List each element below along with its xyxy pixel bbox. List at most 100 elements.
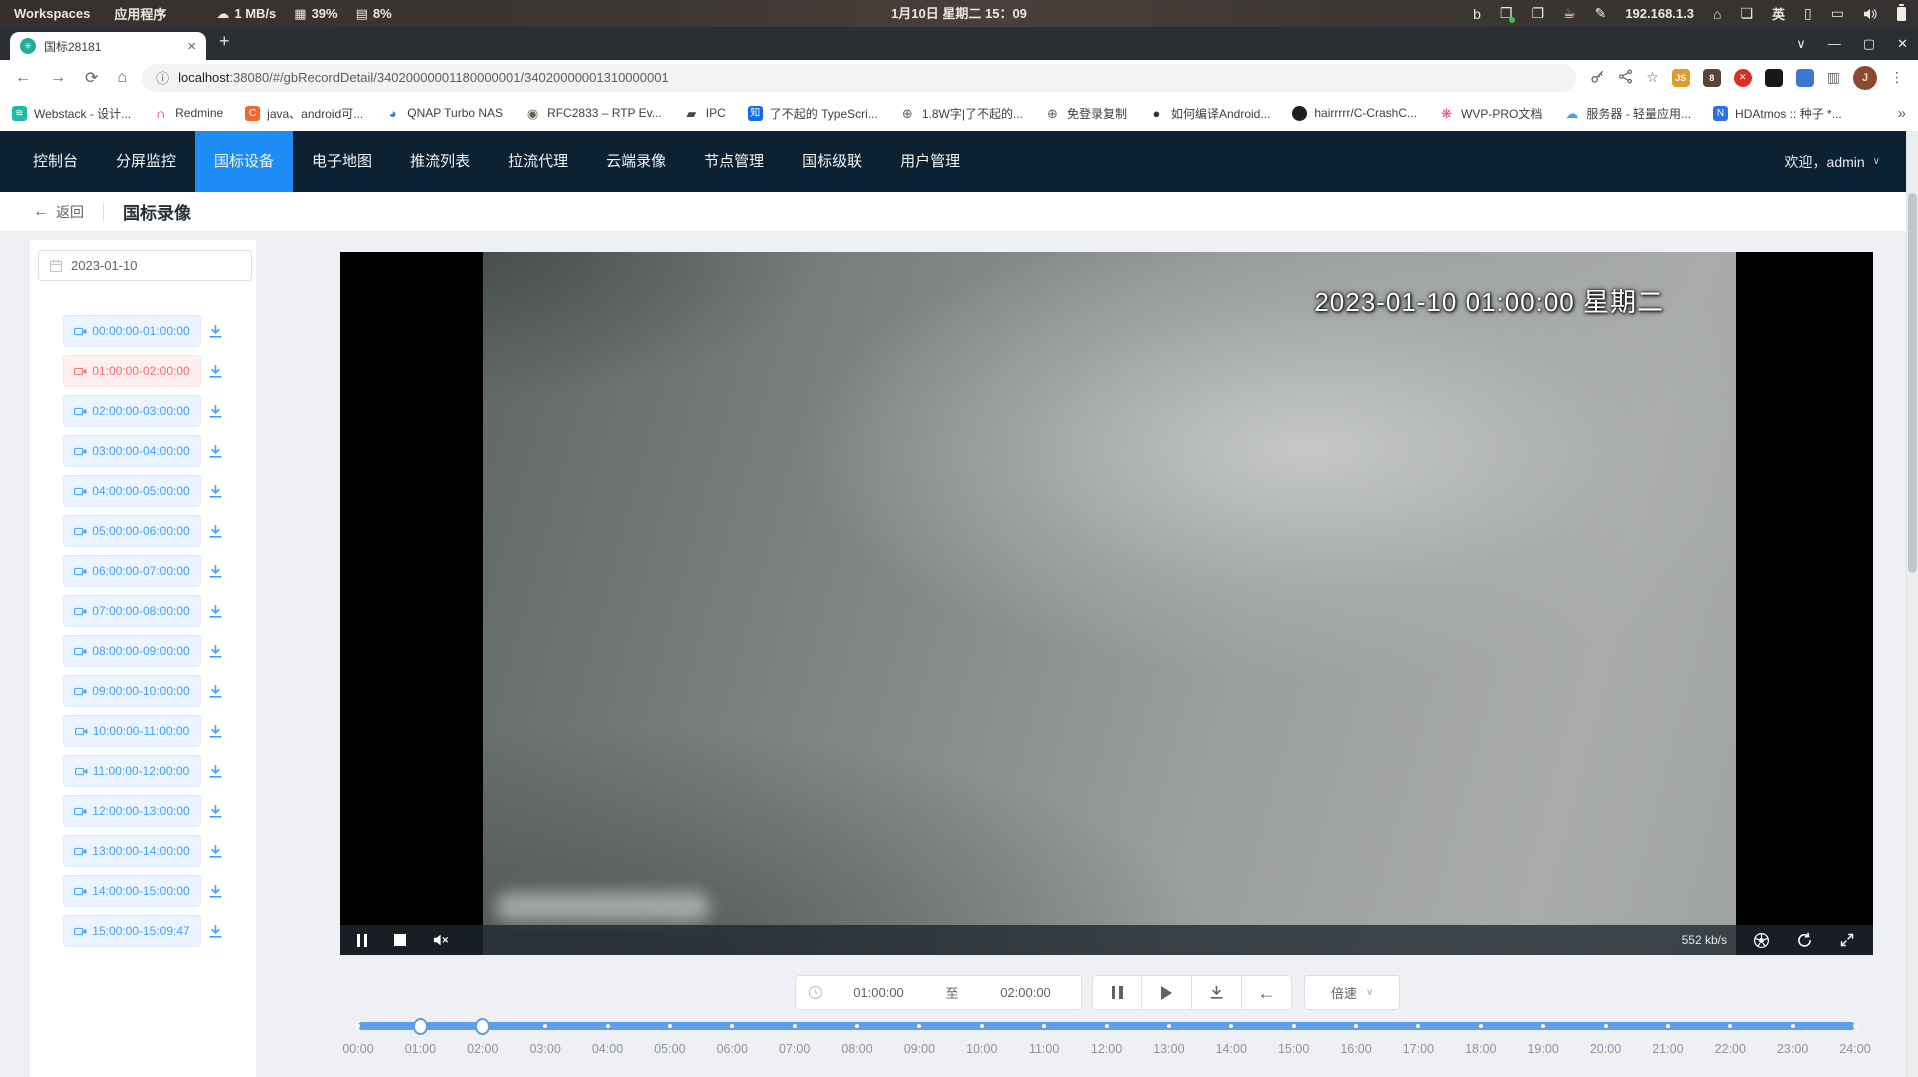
back-icon[interactable]: ← xyxy=(15,69,31,87)
key-icon[interactable] xyxy=(1590,69,1605,87)
bookmark-star-icon[interactable]: ☆ xyxy=(1646,69,1659,86)
bookmark-item[interactable]: ◕QNAP Turbo NAS xyxy=(385,106,503,121)
end-time-input[interactable]: 02:00:00 xyxy=(970,985,1081,1000)
sidebar-icon[interactable]: ▥ xyxy=(1827,69,1840,86)
segment-button[interactable]: 07:00:00-08:00:00 xyxy=(63,595,201,627)
segment-button[interactable]: 03:00:00-04:00:00 xyxy=(63,435,201,467)
nav-tab-云端录像[interactable]: 云端录像 xyxy=(587,131,685,192)
color-picker-icon[interactable]: ✎ xyxy=(1595,5,1607,22)
video-player[interactable]: 2023-01-10 01:00:00 星期二 552 kb/s xyxy=(340,252,1873,955)
device-connect-icon[interactable]: ▯ xyxy=(1804,5,1812,22)
back-button[interactable]: ← 返回 xyxy=(33,202,84,222)
time-range-picker[interactable]: 01:00:00 至 02:00:00 xyxy=(795,975,1082,1010)
share-icon[interactable] xyxy=(1618,69,1633,87)
extension-js[interactable]: JS xyxy=(1672,69,1690,87)
bookmark-item[interactable]: ⊕免登录复制 xyxy=(1045,105,1127,122)
segment-button[interactable]: 11:00:00-12:00:00 xyxy=(63,755,201,787)
segment-button[interactable]: 10:00:00-11:00:00 xyxy=(63,715,201,747)
minimize-icon[interactable]: — xyxy=(1828,36,1841,51)
input-language[interactable]: 英 xyxy=(1772,4,1785,23)
bookmark-item[interactable]: Cjava、android可... xyxy=(245,105,363,122)
nav-tab-拉流代理[interactable]: 拉流代理 xyxy=(489,131,587,192)
player-pause-button[interactable] xyxy=(357,934,367,947)
applications-button[interactable]: 应用程序 xyxy=(114,4,166,23)
date-picker-input[interactable]: 2023-01-10 xyxy=(38,250,252,281)
bookmark-item[interactable]: NHDAtmos :: 种子 *... xyxy=(1713,105,1842,122)
segment-button[interactable]: 08:00:00-09:00:00 xyxy=(63,635,201,667)
browser-tab[interactable]: ✳ 国标28181 × xyxy=(10,32,206,60)
bookmark-item[interactable]: 知了不起的 TypeScri... xyxy=(748,105,878,122)
start-time-input[interactable]: 01:00:00 xyxy=(823,985,934,1000)
segment-button[interactable]: 15:00:00-15:09:47 xyxy=(63,915,201,947)
extension-dark[interactable] xyxy=(1765,69,1783,87)
new-tab-button[interactable]: + xyxy=(219,31,230,52)
nav-tab-分屏监控[interactable]: 分屏监控 xyxy=(97,131,195,192)
nav-tab-国标设备[interactable]: 国标设备 xyxy=(195,131,293,192)
workspaces-indicator-icon[interactable]: ❏ xyxy=(1740,5,1753,22)
segment-button[interactable]: 00:00:00-01:00:00 xyxy=(63,315,201,347)
timeline-handle[interactable] xyxy=(475,1018,490,1035)
tab-search-icon[interactable]: ∨ xyxy=(1796,36,1806,52)
segment-download-button[interactable] xyxy=(207,763,224,780)
maximize-icon[interactable]: ▢ xyxy=(1863,36,1875,52)
speed-select[interactable]: 倍速 ∨ xyxy=(1304,975,1400,1010)
segment-download-button[interactable] xyxy=(207,443,224,460)
segment-button[interactable]: 06:00:00-07:00:00 xyxy=(63,555,201,587)
segment-download-button[interactable] xyxy=(207,523,224,540)
site-info-icon[interactable]: ⓘ xyxy=(156,68,169,87)
segment-button[interactable]: 05:00:00-06:00:00 xyxy=(63,515,201,547)
bookmark-item[interactable]: ∩Redmine xyxy=(153,106,223,121)
nav-tab-国标级联[interactable]: 国标级联 xyxy=(783,131,881,192)
fullscreen-icon[interactable] xyxy=(1839,932,1855,948)
segment-button[interactable]: 04:00:00-05:00:00 xyxy=(63,475,201,507)
bookmark-item[interactable]: ☁服务器 - 轻量应用... xyxy=(1564,105,1691,122)
caffeine-indicator-icon[interactable]: ☕ xyxy=(1563,5,1576,22)
bookmark-item[interactable]: ⊕1.8W字|了不起的... xyxy=(900,105,1023,122)
home-icon[interactable]: ⌂ xyxy=(117,69,127,87)
segment-button[interactable]: 09:00:00-10:00:00 xyxy=(63,675,201,707)
scrollbar-thumb[interactable] xyxy=(1908,193,1917,573)
indicator-b-icon[interactable]: b xyxy=(1473,6,1481,22)
step-back-button[interactable]: ← xyxy=(1242,975,1292,1010)
bookmark-item[interactable]: hairrrrr/C-CrashC... xyxy=(1292,106,1417,121)
segment-button[interactable]: 01:00:00-02:00:00 xyxy=(63,355,201,387)
download-button[interactable] xyxy=(1192,975,1242,1010)
close-window-icon[interactable]: ✕ xyxy=(1897,36,1908,52)
refresh-icon[interactable] xyxy=(1796,932,1813,949)
play-button[interactable] xyxy=(1142,975,1192,1010)
segment-download-button[interactable] xyxy=(207,723,224,740)
segment-download-button[interactable] xyxy=(207,803,224,820)
system-clock[interactable]: 1月10日 星期二 15：09 xyxy=(891,0,1027,27)
segment-download-button[interactable] xyxy=(207,603,224,620)
segment-download-button[interactable] xyxy=(207,643,224,660)
extension-8[interactable]: 8 xyxy=(1703,69,1721,87)
segment-download-button[interactable] xyxy=(207,403,224,420)
segment-download-button[interactable] xyxy=(207,883,224,900)
bookmark-item[interactable]: ◉RFC2833 – RTP Ev... xyxy=(525,106,662,121)
segment-button[interactable]: 13:00:00-14:00:00 xyxy=(63,835,201,867)
nav-tab-推流列表[interactable]: 推流列表 xyxy=(391,131,489,192)
url-bar[interactable]: ⓘ localhost:38080/#/gbRecordDetail/34020… xyxy=(142,64,1576,92)
segment-download-button[interactable] xyxy=(207,843,224,860)
segment-button[interactable]: 12:00:00-13:00:00 xyxy=(63,795,201,827)
home-folder-icon[interactable]: ⌂ xyxy=(1713,6,1721,22)
pause-button[interactable] xyxy=(1092,975,1142,1010)
extension-red[interactable]: ✕ xyxy=(1734,69,1752,87)
user-menu[interactable]: 欢迎，admin∨ xyxy=(1785,152,1880,172)
nav-tab-用户管理[interactable]: 用户管理 xyxy=(881,131,979,192)
player-stop-button[interactable] xyxy=(394,934,406,946)
clipboard-indicator-icon[interactable]: ❐ xyxy=(1531,5,1544,22)
segment-download-button[interactable] xyxy=(207,563,224,580)
bookmark-item[interactable]: ●如何编译Android... xyxy=(1149,105,1270,122)
reload-icon[interactable]: ⟳ xyxy=(85,68,98,88)
bookmark-item[interactable]: ≋Webstack - 设计... xyxy=(12,105,131,122)
segment-button[interactable]: 14:00:00-15:00:00 xyxy=(63,875,201,907)
bookmark-item[interactable]: ❋WVP-PRO文档 xyxy=(1439,105,1542,122)
timeline-track[interactable] xyxy=(358,1022,1855,1030)
segment-download-button[interactable] xyxy=(207,323,224,340)
ip-address[interactable]: 192.168.1.3 xyxy=(1625,6,1694,21)
page-scrollbar[interactable] xyxy=(1906,131,1918,1077)
workspaces-button[interactable]: Workspaces xyxy=(14,6,90,21)
extension-blue[interactable] xyxy=(1796,69,1814,87)
bookmark-item[interactable]: ▰IPC xyxy=(684,106,726,121)
